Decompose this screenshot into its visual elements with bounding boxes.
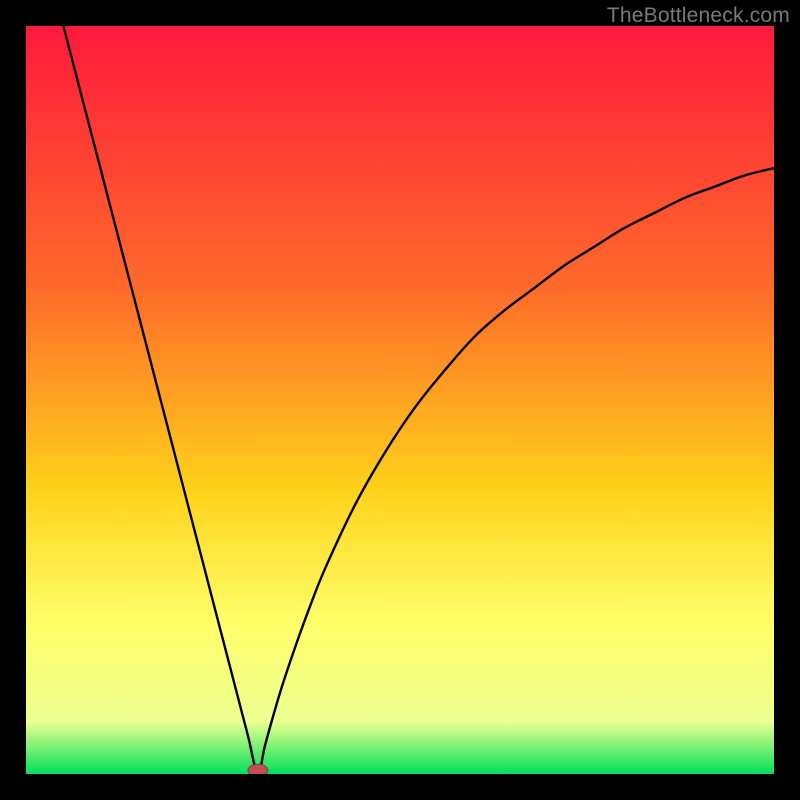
min-marker xyxy=(248,764,268,774)
plot-area xyxy=(26,26,774,774)
watermark-text: TheBottleneck.com xyxy=(607,4,790,28)
gradient-background xyxy=(26,26,774,774)
chart-svg xyxy=(26,26,774,774)
chart-frame: TheBottleneck.com xyxy=(0,0,800,800)
